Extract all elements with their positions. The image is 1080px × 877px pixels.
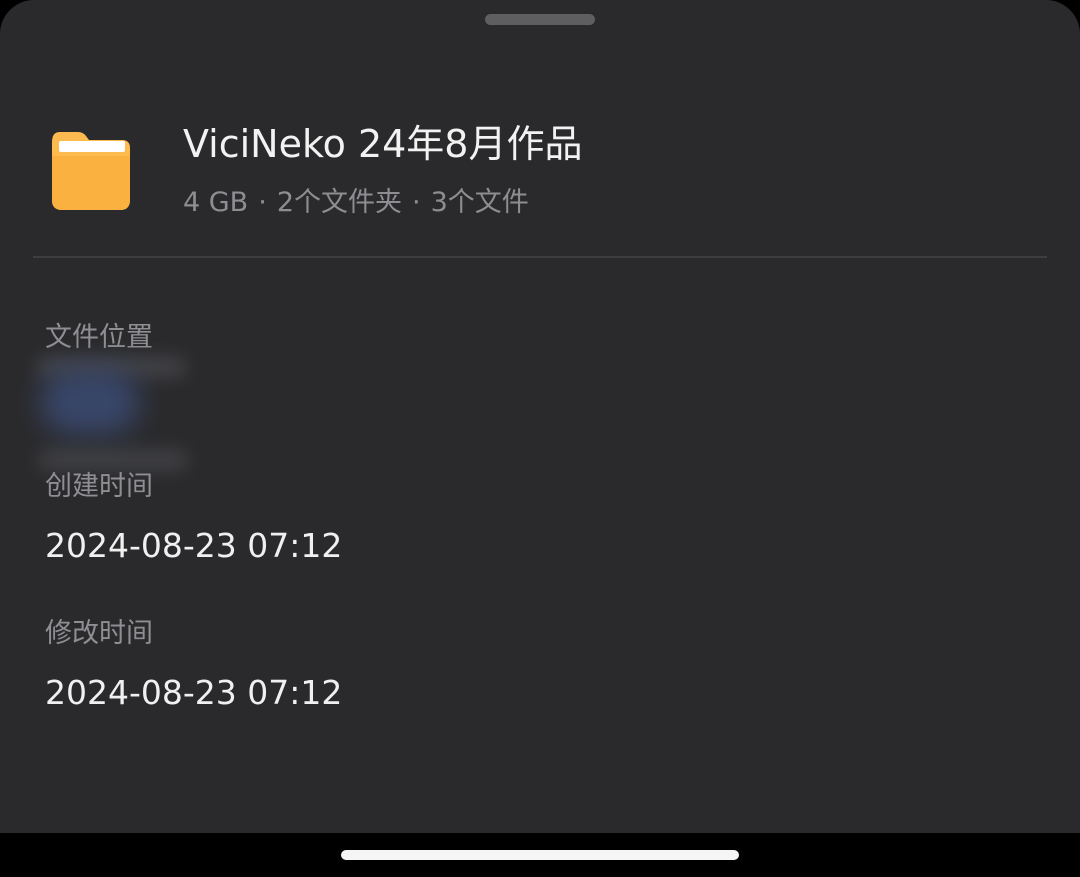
created-label: 创建时间 bbox=[45, 471, 153, 502]
meta-separator: · bbox=[258, 187, 267, 218]
created-value: 2024-08-23 07:12 bbox=[45, 526, 343, 565]
folder-icon bbox=[52, 132, 130, 210]
folder-file-count: 3个文件 bbox=[430, 187, 529, 218]
location-value-redacted bbox=[28, 355, 198, 480]
file-details-sheet: ViciNeko 24年8月作品 4 GB · 2个文件夹 · 3个文件 文件位置 创建… bbox=[0, 0, 1080, 833]
drag-handle[interactable] bbox=[485, 14, 595, 25]
location-label: 文件位置 bbox=[45, 322, 153, 353]
folder-meta: 4 GB · 2个文件夹 · 3个文件 bbox=[183, 184, 529, 222]
folder-size: 4 GB bbox=[183, 187, 249, 218]
navigation-bar bbox=[0, 833, 1080, 877]
meta-separator: · bbox=[412, 187, 421, 218]
divider bbox=[33, 256, 1047, 258]
folder-subfolder-count: 2个文件夹 bbox=[276, 187, 402, 218]
folder-title: ViciNeko 24年8月作品 bbox=[183, 122, 583, 166]
home-indicator[interactable] bbox=[341, 850, 739, 860]
modified-label: 修改时间 bbox=[45, 618, 153, 649]
modified-value: 2024-08-23 07:12 bbox=[45, 673, 343, 712]
